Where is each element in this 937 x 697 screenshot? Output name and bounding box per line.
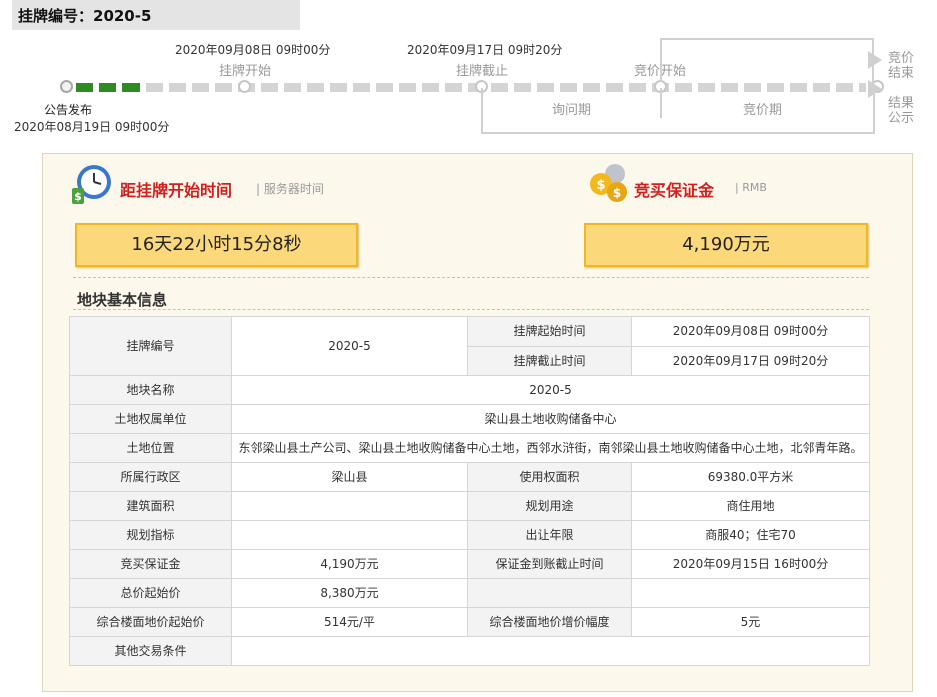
table-row: 所属行政区 梁山县 使用权面积 69380.0平方米 [69, 462, 870, 492]
table-row: 建筑面积 规划用途 商住用地 [69, 491, 870, 521]
cell-value: 8,380万元 [231, 578, 468, 608]
period-bracket [481, 88, 875, 134]
stage-node-announce [60, 80, 73, 93]
table-row: 综合楼面地价起始价 514元/平 综合楼面地价增价幅度 5元 [69, 607, 870, 637]
bid-end-label: 竞价 结束 [888, 51, 915, 81]
cell-value: 商住用地 [631, 491, 870, 521]
cell-label: 总价起始价 [69, 578, 232, 608]
section-title: 地块基本信息 [77, 291, 168, 309]
listing-start-time: 2020年09月08日 09时00分 [175, 43, 331, 57]
bid-end-bracket [660, 38, 874, 84]
cell-value: 2020-5 [231, 375, 870, 405]
cell-label: 挂牌截止时间 [467, 345, 632, 376]
progress-segment [99, 83, 116, 92]
table-row: 地块名称 2020-5 [69, 375, 870, 405]
table-row: 竞买保证金 4,190万元 保证金到账截止时间 2020年09月15日 16时0… [69, 549, 870, 579]
cell-label: 综合楼面地价起始价 [69, 607, 232, 637]
countdown-subtitle: | 服务器时间 [256, 182, 324, 196]
table-row: 规划指标 出让年限 商服40；住宅70 [69, 520, 870, 550]
countdown-title: 距挂牌开始时间 [120, 181, 233, 200]
cell-label: 规划指标 [69, 520, 232, 550]
cell-label: 竞买保证金 [69, 549, 232, 579]
cell-label: 土地位置 [69, 433, 232, 463]
cell-value: 东邻梁山县土产公司、梁山县土地收购储备中心土地，西邻水浒街，南邻梁山县土地收购储… [231, 433, 870, 463]
cell-value: 2020年09月08日 09时00分 [631, 316, 870, 347]
cell-label: 建筑面积 [69, 491, 232, 521]
cell-label: 土地权属单位 [69, 404, 232, 434]
clock-icon: $ [72, 165, 111, 204]
table-row: 其他交易条件 [69, 636, 870, 666]
period-divider [660, 88, 662, 118]
cell-value: 2020-5 [231, 316, 468, 376]
listing-end-time: 2020年09月17日 09时20分 [407, 43, 563, 57]
result-label: 结果 公示 [888, 96, 915, 126]
cell-value: 梁山县 [231, 462, 468, 492]
announce-time: 2020年08月19日 09时00分 [14, 120, 170, 134]
bid-end-stem [660, 38, 662, 82]
cell-value: 2020年09月17日 09时20分 [631, 345, 870, 376]
cell-label: 地块名称 [69, 375, 232, 405]
svg-text:$: $ [613, 186, 621, 200]
cell-value [231, 520, 468, 550]
deposit-subtitle: | RMB [735, 181, 767, 194]
cell-value: 商服40；住宅70 [631, 520, 870, 550]
listing-number-title: 挂牌编号：2020-5 [18, 7, 152, 25]
table-row: 总价起始价 8,380万元 [69, 578, 870, 608]
table-row: 土地位置 东邻梁山县土产公司、梁山县土地收购储备中心土地，西邻水浒街，南邻梁山县… [69, 433, 870, 463]
progress-segment [76, 83, 93, 92]
cell-label: 规划用途 [467, 491, 632, 521]
announce-label: 公告发布 [44, 103, 93, 117]
progress-segment [122, 83, 140, 92]
cell-value [631, 578, 870, 608]
divider [73, 309, 869, 310]
cell-value: 69380.0平方米 [631, 462, 870, 492]
cell-label [467, 578, 632, 608]
listing-end-label: 挂牌截止 [456, 64, 509, 79]
cell-label: 其他交易条件 [69, 636, 232, 666]
svg-text:$: $ [74, 190, 82, 203]
cell-label: 所属行政区 [69, 462, 232, 492]
deposit-title: 竞买保证金 [634, 181, 715, 200]
stage-node-listing-start [238, 80, 251, 93]
cell-label: 保证金到账截止时间 [467, 549, 632, 579]
cell-label: 综合楼面地价增价幅度 [467, 607, 632, 637]
cell-value: 2020年09月15日 16时00分 [631, 549, 870, 579]
countdown-value: 16天22小时15分8秒 [75, 223, 358, 267]
inquiry-period-label: 询问期 [552, 103, 592, 118]
cell-label: 挂牌起始时间 [467, 316, 632, 347]
cell-value [231, 636, 870, 666]
cell-label: 出让年限 [467, 520, 632, 550]
money-bag-icon: $ $ [590, 164, 627, 202]
result-arrow-icon [868, 80, 882, 98]
table-row: 挂牌编号 2020-5 挂牌起始时间 2020年09月08日 09时00分 [69, 316, 870, 376]
bidding-period-label: 竞价期 [743, 103, 783, 118]
cell-value: 梁山县土地收购储备中心 [231, 404, 870, 434]
cell-label: 挂牌编号 [69, 316, 232, 376]
cell-value: 4,190万元 [231, 549, 468, 579]
cell-label: 使用权面积 [467, 462, 632, 492]
deposit-value: 4,190万元 [584, 223, 868, 267]
divider [73, 277, 869, 278]
table-row: 土地权属单位 梁山县土地收购储备中心 [69, 404, 870, 434]
cell-value: 5元 [631, 607, 870, 637]
cell-value [231, 491, 468, 521]
title-bar: 挂牌编号：2020-5 [12, 0, 300, 30]
cell-value: 514元/平 [231, 607, 468, 637]
listing-start-label: 挂牌开始 [219, 64, 272, 79]
bid-end-arrow-icon [868, 51, 882, 69]
land-info-table: 挂牌编号 2020-5 挂牌起始时间 2020年09月08日 09时00分 挂牌… [69, 316, 870, 666]
svg-text:$: $ [596, 178, 605, 193]
